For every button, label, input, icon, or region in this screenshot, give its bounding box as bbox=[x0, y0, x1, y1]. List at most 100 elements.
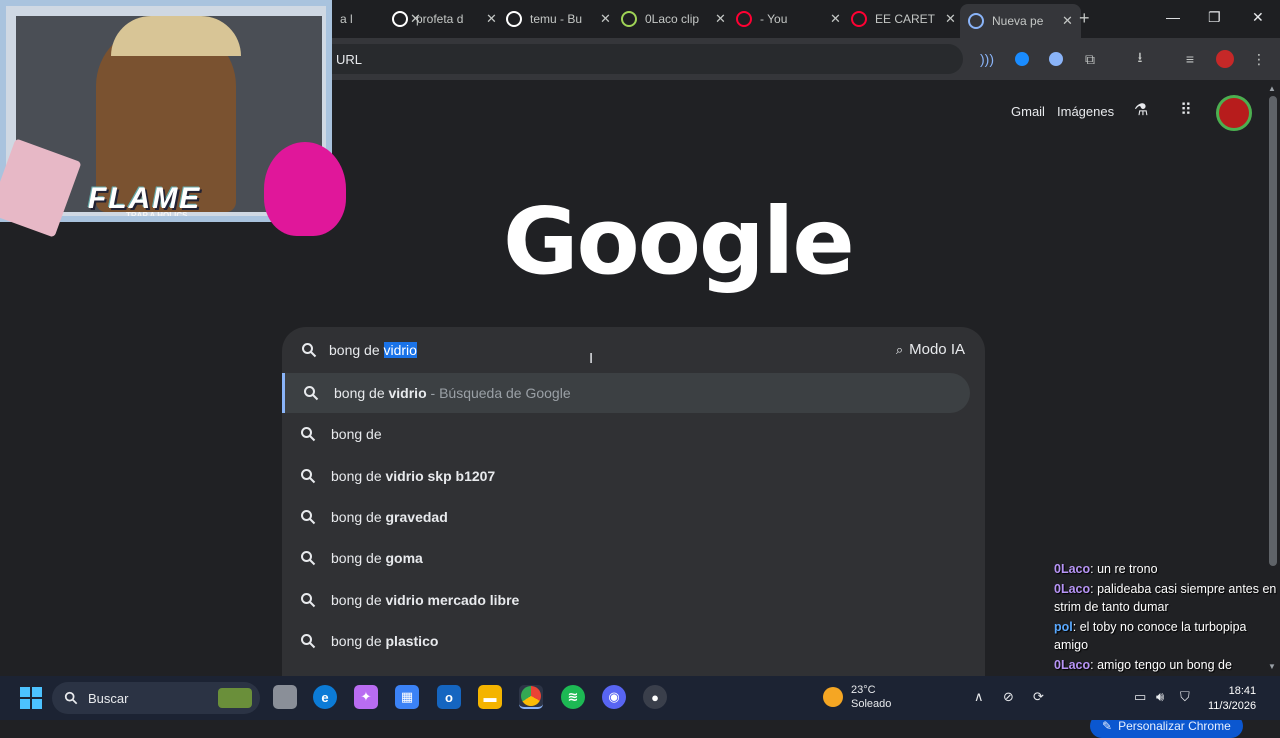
google-icon bbox=[392, 11, 408, 27]
suggestion-completion: gravedad bbox=[385, 508, 448, 525]
clock-time: 18:41 bbox=[1228, 685, 1257, 697]
search-icon bbox=[301, 551, 316, 566]
suggestion-completion: vidrio mercado libre bbox=[385, 591, 520, 608]
tab-6[interactable]: Nueva pe ✕ bbox=[960, 4, 1081, 38]
close-tab-icon[interactable]: ✕ bbox=[945, 11, 956, 27]
scroll-thumb[interactable] bbox=[1269, 96, 1277, 566]
apps-grid-icon[interactable]: ⠿ bbox=[1180, 100, 1192, 120]
scroll-up-icon[interactable]: ▲ bbox=[1268, 84, 1276, 93]
suggestion-completion: goma bbox=[385, 550, 423, 567]
tab-title: - You bbox=[760, 12, 788, 26]
download-icon[interactable]: ⭳ bbox=[1131, 49, 1149, 68]
suggestion-item[interactable]: bong de bbox=[282, 414, 970, 454]
suggestion-item[interactable]: bong de gravedad bbox=[282, 497, 970, 537]
chrome-taskbar-icon[interactable] bbox=[519, 685, 543, 709]
suggestion-prefix: bong de bbox=[331, 591, 386, 608]
cast-icon[interactable]: ))) bbox=[978, 50, 996, 68]
media-control-icon[interactable]: ≡ bbox=[1181, 50, 1199, 68]
query-selected: vidrio bbox=[383, 342, 417, 358]
close-tab-icon[interactable]: ✕ bbox=[600, 11, 611, 27]
search-input[interactable]: bong de vidrio I ⌕ Modo IA bbox=[282, 327, 985, 373]
google-logo: Google bbox=[503, 188, 855, 295]
chat-username: 0Laco bbox=[1054, 582, 1091, 596]
system-clock[interactable]: 18:41 11/3/2026 bbox=[1208, 684, 1256, 714]
display-icon[interactable]: ▭ bbox=[1134, 689, 1146, 705]
youtube-icon bbox=[851, 11, 867, 27]
suggestion-item[interactable]: bong de vidrio - Búsqueda de Google bbox=[282, 373, 970, 413]
suggestion-prefix: bong de bbox=[334, 385, 389, 401]
close-window-icon[interactable]: ✕ bbox=[1252, 9, 1264, 26]
shield-icon[interactable]: ⛉ bbox=[1180, 689, 1190, 705]
suggestion-text: bong de vidrio mercado libre bbox=[331, 592, 519, 608]
suggestion-item[interactable]: bong de goma bbox=[282, 538, 970, 578]
obs-icon[interactable]: ● bbox=[643, 685, 667, 709]
suggestion-prefix: bong de bbox=[331, 632, 386, 649]
taskbar-search[interactable]: Buscar bbox=[52, 682, 260, 714]
minimize-icon[interactable]: — bbox=[1166, 9, 1180, 25]
chat-message: pol: el toby no conoce la turbopipa amig… bbox=[1054, 618, 1278, 654]
suggestion-completion: plastico bbox=[385, 632, 439, 649]
suggestion-item[interactable]: bong de plastico bbox=[282, 621, 970, 661]
weather-widget[interactable]: 23°C Soleado bbox=[823, 683, 891, 711]
search-icon bbox=[301, 509, 316, 525]
close-tab-icon[interactable]: ✕ bbox=[486, 11, 497, 27]
tab-1[interactable]: profeta d ✕ bbox=[392, 6, 497, 32]
labs-flask-icon[interactable]: ⚗ bbox=[1134, 100, 1148, 120]
lens-extension-icon[interactable] bbox=[1047, 50, 1065, 68]
chrome-icon bbox=[968, 13, 984, 29]
network-off-icon[interactable]: ⊘ bbox=[1003, 689, 1014, 705]
file-explorer-icon[interactable]: ▬ bbox=[478, 685, 502, 709]
search-icon bbox=[304, 386, 319, 401]
account-avatar[interactable] bbox=[1216, 95, 1252, 131]
suggestion-item[interactable]: bong de vidrio skp b1207 bbox=[282, 456, 970, 496]
discord-icon[interactable]: ◉ bbox=[602, 685, 626, 709]
ai-mode-button[interactable]: ⌕ Modo IA bbox=[896, 341, 965, 358]
tab-5[interactable]: EE CARET ✕ bbox=[851, 6, 956, 32]
suggestion-prefix: bong de bbox=[331, 426, 382, 443]
edge-icon[interactable]: e bbox=[313, 685, 337, 709]
buddha-sticker bbox=[264, 142, 346, 236]
search-box: bong de vidrio I ⌕ Modo IA bong de vidri… bbox=[282, 327, 985, 687]
close-tab-icon[interactable]: ✕ bbox=[830, 11, 841, 27]
tab-2[interactable]: temu - Bu ✕ bbox=[506, 6, 611, 32]
new-tab-button[interactable]: + bbox=[1079, 8, 1090, 29]
gmail-link[interactable]: Gmail bbox=[1011, 104, 1045, 119]
store-icon[interactable]: ▦ bbox=[395, 685, 419, 709]
images-link[interactable]: Imágenes bbox=[1057, 104, 1114, 119]
shazam-extension-icon[interactable] bbox=[1013, 50, 1031, 68]
suggestion-completion: vidrio bbox=[388, 385, 427, 401]
outlook-icon[interactable]: o bbox=[437, 685, 461, 709]
tab-3[interactable]: 0Laco clip ✕ bbox=[621, 6, 726, 32]
extensions-icon[interactable]: ⧉ bbox=[1081, 50, 1099, 68]
flame-logo-subtitle: TRAP A HOLICS bbox=[126, 211, 188, 220]
copilot-icon[interactable]: ✦ bbox=[354, 685, 378, 709]
tab-title: a l bbox=[340, 12, 353, 26]
volume-icon[interactable]: 🔊︎ bbox=[1156, 689, 1164, 705]
task-view-icon[interactable] bbox=[273, 685, 297, 709]
maximize-icon[interactable]: ❐ bbox=[1208, 9, 1221, 26]
weather-temp: 23°C bbox=[851, 684, 876, 696]
suggestion-item[interactable]: bong de vidrio mercado libre bbox=[282, 580, 970, 620]
taskbar-search-label: Buscar bbox=[88, 690, 129, 706]
chat-text: : un re trono bbox=[1090, 562, 1158, 576]
search-query: bong de vidrio bbox=[329, 342, 417, 358]
suggestion-text: bong de vidrio - Búsqueda de Google bbox=[334, 385, 571, 401]
chat-username: pol bbox=[1054, 620, 1073, 634]
start-button[interactable] bbox=[20, 687, 42, 709]
tab-4[interactable]: - You ✕ bbox=[736, 6, 841, 32]
profile-avatar[interactable] bbox=[1216, 50, 1234, 68]
close-tab-icon[interactable]: ✕ bbox=[1062, 13, 1073, 29]
suggestion-prefix: bong de bbox=[331, 467, 386, 484]
show-hidden-icons[interactable]: ∧ bbox=[974, 689, 984, 705]
close-tab-icon[interactable]: ✕ bbox=[715, 11, 726, 27]
chat-message: 0Laco: un re trono bbox=[1054, 560, 1278, 578]
search-icon bbox=[301, 633, 316, 649]
suggestion-text: bong de plastico bbox=[331, 633, 438, 649]
spotify-icon[interactable]: ≋ bbox=[561, 685, 585, 709]
address-bar[interactable]: URL bbox=[318, 44, 963, 74]
sync-icon[interactable]: ⟳ bbox=[1033, 689, 1044, 705]
search-icon bbox=[302, 343, 317, 358]
menu-icon[interactable]: ⋮ bbox=[1250, 50, 1268, 68]
personalize-label: Personalizar Chrome bbox=[1118, 719, 1231, 733]
suggestion-text: bong de goma bbox=[331, 550, 423, 566]
